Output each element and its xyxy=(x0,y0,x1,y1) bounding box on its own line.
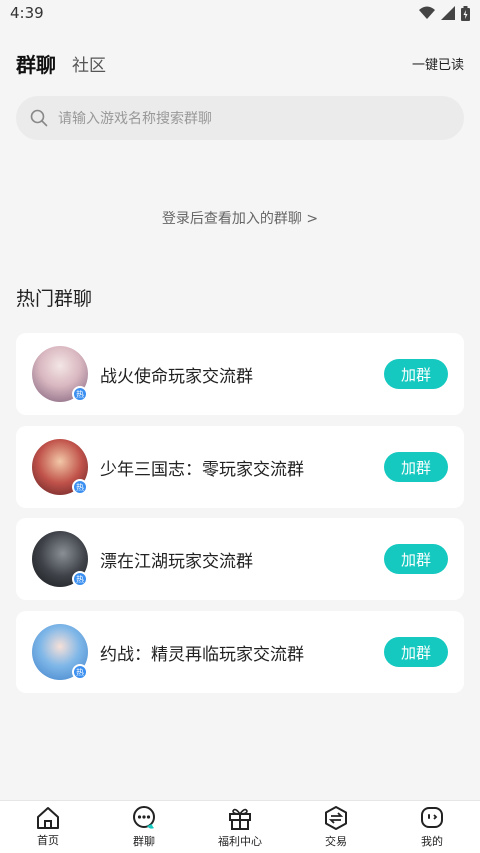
nav-item-chat[interactable]: 群聊 xyxy=(96,801,192,853)
wifi-icon xyxy=(419,6,435,19)
nav-label: 群聊 xyxy=(133,835,155,848)
header: 群聊 社区 一键已读 xyxy=(0,38,480,88)
search-placeholder: 请输入游戏名称搜索群聊 xyxy=(58,111,212,127)
group-card[interactable]: 热 战火使命玩家交流群 加群 xyxy=(16,333,464,415)
join-group-button[interactable]: 加群 xyxy=(384,452,448,482)
battery-icon xyxy=(461,5,470,21)
search-input[interactable]: 请输入游戏名称搜索群聊 xyxy=(16,96,464,140)
hot-badge: 热 xyxy=(72,571,88,587)
hot-badge: 热 xyxy=(72,386,88,402)
group-name: 战火使命玩家交流群 xyxy=(100,366,253,387)
nav-label: 交易 xyxy=(325,835,347,848)
mark-all-read-button[interactable]: 一键已读 xyxy=(412,54,464,73)
join-group-button[interactable]: 加群 xyxy=(384,544,448,574)
nav-item-welfare[interactable]: 福利中心 xyxy=(192,801,288,853)
group-name: 少年三国志：零玩家交流群 xyxy=(100,459,304,480)
group-name: 约战：精灵再临玩家交流群 xyxy=(100,644,304,665)
exchange-icon xyxy=(325,806,347,830)
status-bar: 4:39 xyxy=(0,0,480,26)
hot-badge: 热 xyxy=(72,479,88,495)
join-group-button[interactable]: 加群 xyxy=(384,359,448,389)
chat-icon xyxy=(133,806,155,829)
group-card[interactable]: 热 少年三国志：零玩家交流群 加群 xyxy=(16,426,464,508)
bottom-nav: 首页 群聊 福利中心 交易 我的 xyxy=(0,800,480,853)
nav-label: 首页 xyxy=(37,834,59,847)
hot-groups-title: 热门群聊 xyxy=(16,288,93,310)
group-name: 漂在江湖玩家交流群 xyxy=(100,551,253,572)
gift-icon xyxy=(229,808,251,830)
group-card[interactable]: 热 约战：精灵再临玩家交流群 加群 xyxy=(16,611,464,693)
home-icon xyxy=(37,807,59,829)
group-avatar: 热 xyxy=(32,346,88,402)
group-card[interactable]: 热 漂在江湖玩家交流群 加群 xyxy=(16,518,464,600)
group-avatar: 热 xyxy=(32,439,88,495)
nav-label: 我的 xyxy=(421,835,443,848)
tab-community[interactable]: 社区 xyxy=(72,51,106,76)
hot-badge: 热 xyxy=(72,664,88,680)
nav-item-trade[interactable]: 交易 xyxy=(288,801,384,853)
status-time: 4:39 xyxy=(10,4,44,22)
status-icons xyxy=(419,5,470,21)
nav-item-profile[interactable]: 我的 xyxy=(384,801,480,853)
profile-icon xyxy=(421,807,443,828)
join-group-button[interactable]: 加群 xyxy=(384,637,448,667)
group-avatar: 热 xyxy=(32,624,88,680)
nav-item-home[interactable]: 首页 xyxy=(0,801,96,853)
search-icon xyxy=(30,109,48,127)
tab-group-chat[interactable]: 群聊 xyxy=(16,49,56,78)
signal-icon xyxy=(441,6,455,20)
nav-label: 福利中心 xyxy=(218,835,262,848)
login-tip-link[interactable]: 登录后查看加入的群聊 > xyxy=(0,208,480,228)
group-avatar: 热 xyxy=(32,531,88,587)
